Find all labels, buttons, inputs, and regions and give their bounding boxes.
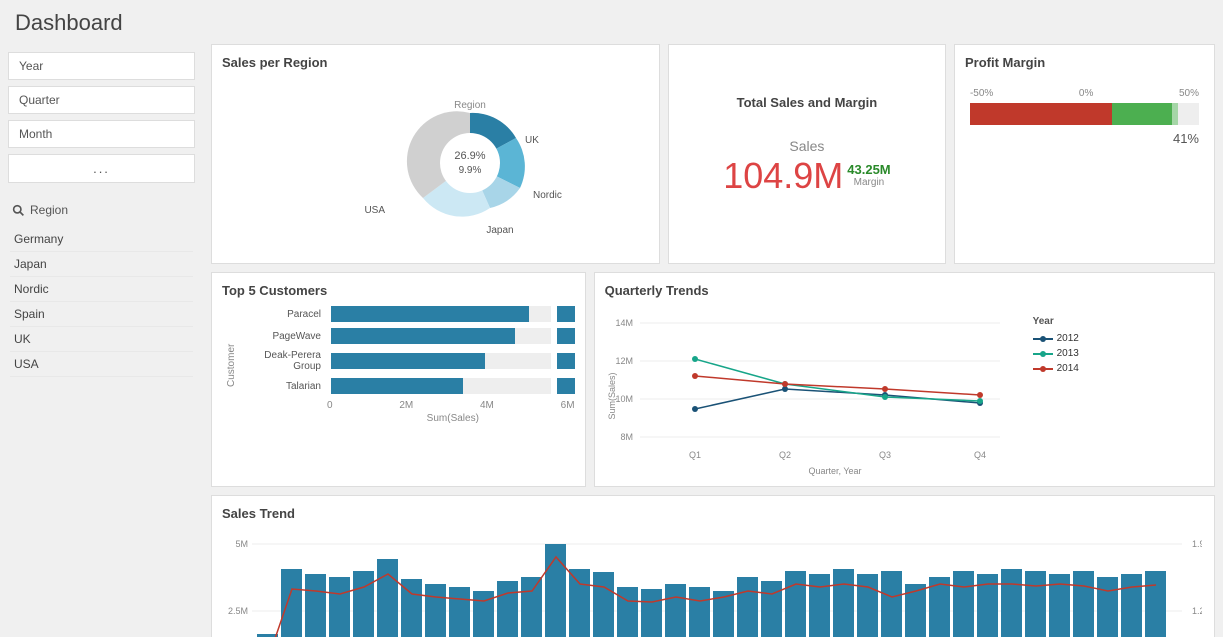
quarterly-card: Quarterly Trends 14M 12M 10M 8M Sum(Sale…: [594, 272, 1215, 487]
dashboard-title: Dashboard: [0, 0, 1223, 44]
filter-year[interactable]: Year: [8, 52, 195, 80]
total-sales-title: Total Sales and Margin: [737, 95, 878, 110]
svg-text:1.2M: 1.2M: [1192, 606, 1202, 616]
svg-text:10M: 10M: [615, 394, 633, 404]
legend-2012: 2012: [1033, 333, 1103, 344]
svg-text:USA: USA: [365, 205, 386, 216]
quarterly-title: Quarterly Trends: [605, 283, 1204, 298]
content-area: Sales per Region Region UK Nordic Japan …: [203, 44, 1223, 637]
svg-text:Nordic: Nordic: [533, 190, 562, 201]
total-sales-card: Total Sales and Margin Sales 104.9M 43.2…: [668, 44, 946, 264]
svg-text:UK: UK: [525, 135, 539, 146]
svg-text:Sum(Sales): Sum(Sales): [607, 372, 617, 419]
svg-text:26.9%: 26.9%: [455, 150, 486, 162]
donut-chart: Region UK Nordic Japan USA: [295, 83, 575, 243]
svg-text:8M: 8M: [620, 432, 633, 442]
sales-trend-chart: 5M 2.5M 0 Sum(Sales) 1.9M 1.2M 600k Sum(…: [222, 529, 1202, 637]
filter-month[interactable]: Month: [8, 120, 195, 148]
region-usa[interactable]: USA: [10, 352, 193, 377]
sales-trend-card: Sales Trend 5M 2.5M 0 Sum(Sales) 1.9M 1.…: [211, 495, 1215, 637]
top5-x-axis: 0 2M 4M 6M: [237, 400, 575, 411]
pm-axis: -50% 0% 50%: [970, 88, 1199, 99]
region-germany[interactable]: Germany: [10, 227, 193, 252]
sales-region-card: Sales per Region Region UK Nordic Japan …: [211, 44, 660, 264]
region-nordic[interactable]: Nordic: [10, 277, 193, 302]
svg-text:Q2: Q2: [779, 450, 791, 460]
filter-more[interactable]: ...: [8, 154, 195, 183]
svg-text:14M: 14M: [615, 318, 633, 328]
margin-value: 43.25M: [847, 162, 890, 177]
legend-2014: 2014: [1033, 363, 1103, 374]
pm-bar: [970, 103, 1199, 125]
region-list: Germany Japan Nordic Spain UK USA: [10, 227, 193, 377]
svg-text:Region: Region: [455, 100, 487, 111]
svg-text:Japan: Japan: [487, 225, 514, 236]
profit-margin-card: Profit Margin -50% 0% 50% 41%: [954, 44, 1215, 264]
bar-row-pagewave: PageWave: [237, 328, 575, 344]
region-japan[interactable]: Japan: [10, 252, 193, 277]
bar-row-deak: Deak-Perera Group: [237, 350, 575, 372]
svg-text:5M: 5M: [235, 539, 248, 549]
svg-text:Quarter, Year: Quarter, Year: [808, 466, 861, 476]
top5-card: Top 5 Customers Customer Paracel PageWav…: [211, 272, 586, 487]
region-spain[interactable]: Spain: [10, 302, 193, 327]
top5-y-label: Customer: [222, 306, 237, 424]
profit-margin-title: Profit Margin: [965, 55, 1204, 70]
svg-text:2.5M: 2.5M: [228, 606, 248, 616]
bar-row-talarian: Talarian: [237, 378, 575, 394]
legend-2013: 2013: [1033, 348, 1103, 359]
svg-text:Q4: Q4: [974, 450, 986, 460]
sales-label: Sales: [723, 138, 890, 154]
sidebar: Year Quarter Month ... Region Germany Ja…: [0, 44, 203, 637]
filter-quarter[interactable]: Quarter: [8, 86, 195, 114]
margin-label: Margin: [847, 177, 890, 188]
region-search[interactable]: Region: [10, 199, 193, 221]
sales-region-title: Sales per Region: [222, 55, 649, 70]
bar-row-paracel: Paracel: [237, 306, 575, 322]
top5-title: Top 5 Customers: [222, 283, 575, 298]
sales-trend-title: Sales Trend: [222, 506, 1204, 521]
top5-x-label: Sum(Sales): [237, 413, 575, 424]
quarterly-legend-title: Year: [1033, 316, 1103, 327]
region-uk[interactable]: UK: [10, 327, 193, 352]
pm-percent: 41%: [970, 131, 1199, 146]
quarterly-chart: 14M 12M 10M 8M Sum(Sales) Q1 Q2: [605, 306, 1025, 476]
svg-text:12M: 12M: [615, 356, 633, 366]
svg-text:Q1: Q1: [689, 450, 701, 460]
svg-text:9.9%: 9.9%: [459, 165, 482, 176]
svg-text:Q3: Q3: [879, 450, 891, 460]
region-label: Region: [30, 203, 68, 217]
sales-value: 104.9M: [723, 158, 843, 194]
svg-text:1.9M: 1.9M: [1192, 539, 1202, 549]
